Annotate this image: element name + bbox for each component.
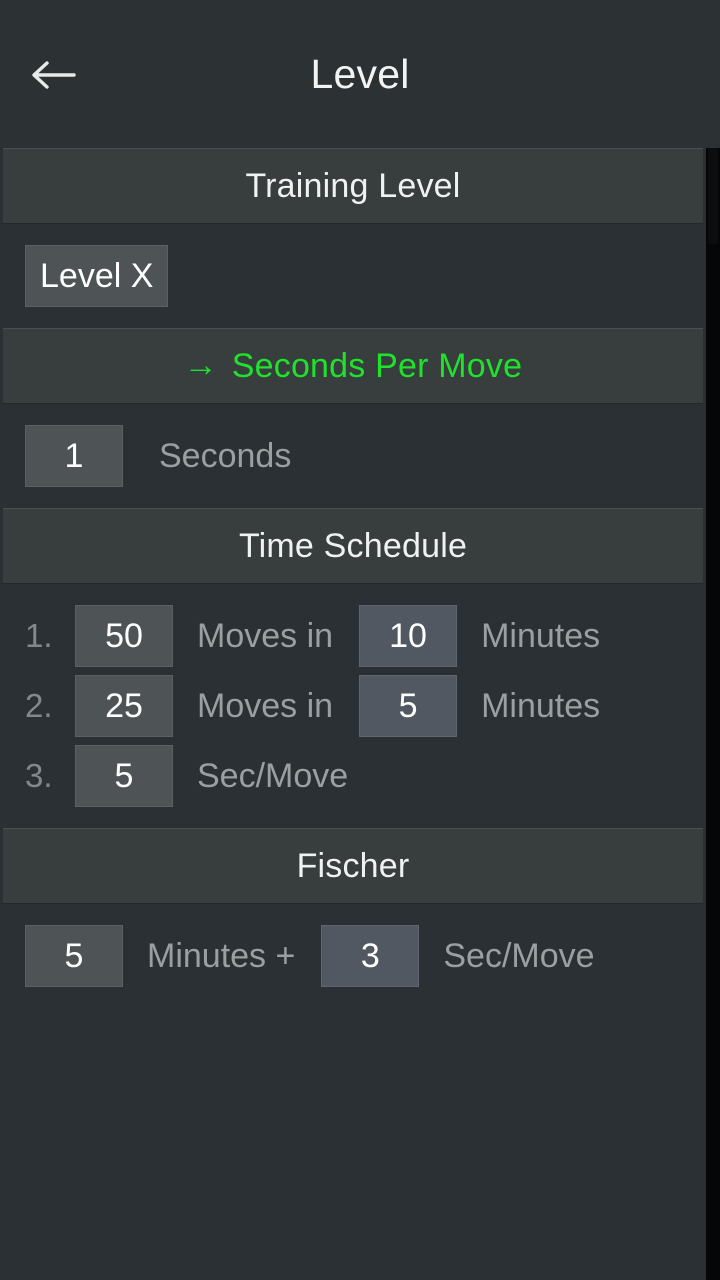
table-row: 3. 5 Sec/Move	[0, 741, 706, 811]
minutes-label-2: Minutes	[481, 686, 601, 725]
app-bar: Level	[0, 0, 720, 148]
moves-label-2: Moves in	[197, 686, 334, 725]
section-body-time-schedule: 1. 50 Moves in 10 Minutes 2. 25 Moves in…	[0, 601, 706, 811]
moves-label-1: Moves in	[197, 616, 334, 655]
back-button[interactable]	[24, 48, 82, 102]
arrow-left-icon	[30, 58, 76, 92]
scrollbar[interactable]	[706, 148, 720, 1280]
table-row: 1. 50 Moves in 10 Minutes	[0, 601, 706, 671]
seconds-per-move-unit-label: Seconds	[159, 436, 292, 475]
section-title-seconds-per-move: Seconds Per Move	[231, 346, 523, 385]
fischer-increment-label: Sec/Move	[443, 936, 595, 975]
secmove-label-3: Sec/Move	[197, 756, 349, 795]
minutes-label-1: Minutes	[481, 616, 601, 655]
section-header-seconds-per-move[interactable]: → Seconds Per Move	[3, 328, 703, 404]
section-body-training-level: Level X	[0, 241, 706, 311]
page-title: Level	[310, 51, 410, 97]
seconds-per-move-value[interactable]: 1	[25, 425, 123, 487]
table-row: 2. 25 Moves in 5 Minutes	[0, 671, 706, 741]
fischer-row: 5 Minutes + 3 Sec/Move	[0, 921, 706, 991]
section-body-fischer: 5 Minutes + 3 Sec/Move	[0, 921, 706, 991]
moves-value-2[interactable]: 25	[75, 675, 173, 737]
fischer-minutes-value[interactable]: 5	[25, 925, 123, 987]
level-settings-screen: Level Training Level Level X → Seconds P…	[0, 0, 720, 1280]
training-level-row: Level X	[0, 241, 706, 311]
section-title-training-level: Training Level	[245, 166, 461, 205]
section-header-training-level[interactable]: Training Level	[3, 148, 703, 224]
section-header-time-schedule[interactable]: Time Schedule	[3, 508, 703, 584]
seconds-per-move-row: 1 Seconds	[0, 421, 706, 491]
row-index-3: 3.	[25, 757, 53, 794]
section-title-fischer: Fischer	[296, 846, 410, 885]
scrollbar-thumb[interactable]	[708, 148, 718, 244]
row-index-1: 1.	[25, 617, 53, 654]
section-title-time-schedule: Time Schedule	[238, 526, 468, 565]
minutes-value-1[interactable]: 10	[359, 605, 458, 667]
fischer-minutes-label: Minutes +	[147, 936, 296, 975]
secmove-value-3[interactable]: 5	[75, 745, 173, 807]
section-body-seconds-per-move: 1 Seconds	[0, 421, 706, 491]
fischer-increment-value[interactable]: 3	[321, 925, 420, 987]
settings-scroll-area[interactable]: Training Level Level X → Seconds Per Mov…	[0, 148, 706, 1280]
minutes-value-2[interactable]: 5	[359, 675, 458, 737]
row-index-2: 2.	[25, 687, 53, 724]
section-header-fischer[interactable]: Fischer	[3, 828, 703, 904]
arrow-right-icon: →	[183, 346, 218, 384]
level-select-button[interactable]: Level X	[25, 245, 169, 307]
moves-value-1[interactable]: 50	[75, 605, 173, 667]
